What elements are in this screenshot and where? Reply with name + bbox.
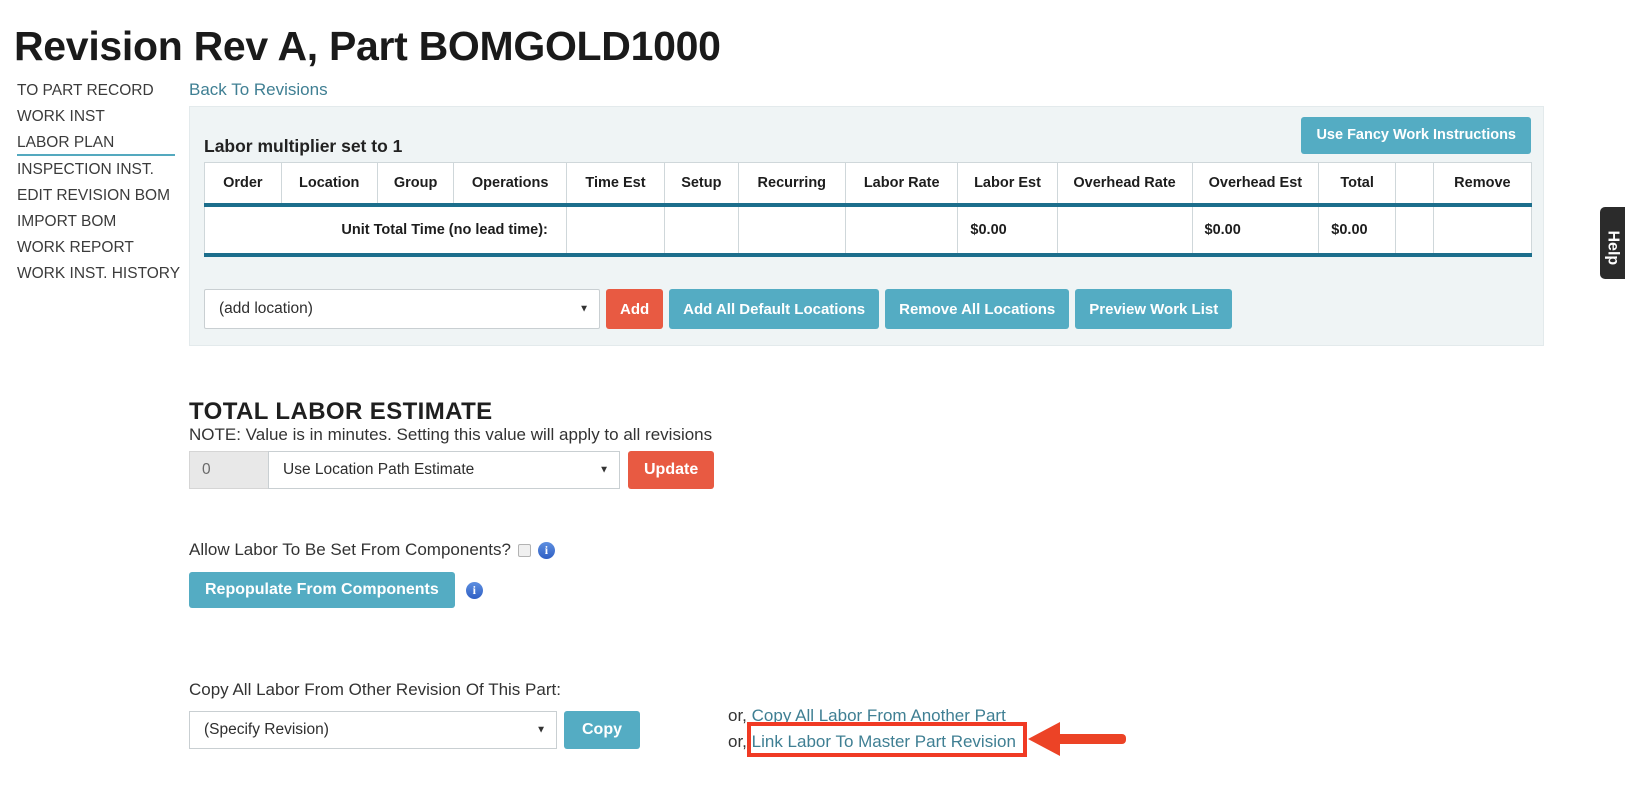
column-header-overhead-est: Overhead Est xyxy=(1191,162,1320,207)
repopulate-from-components-button[interactable]: Repopulate From Components xyxy=(189,572,455,608)
labor-minutes-input[interactable] xyxy=(189,451,268,489)
column-header-labor-rate: Labor Rate xyxy=(844,162,959,207)
repopulate-row: Repopulate From Components i xyxy=(189,572,483,608)
or-prefix: or, xyxy=(728,706,747,725)
sidebar-item-edit-revision-bom[interactable]: EDIT REVISION BOM xyxy=(17,183,175,209)
chevron-down-icon: ▼ xyxy=(579,303,589,315)
add-location-select-value: (add location) xyxy=(219,300,313,317)
labor-multiplier-heading: Labor multiplier set to 1 xyxy=(204,136,403,156)
column-header-recurring: Recurring xyxy=(737,162,846,207)
labor-plan-panel: Labor multiplier set to 1 Use Fancy Work… xyxy=(189,106,1544,346)
cell-spacer xyxy=(1394,205,1434,257)
cell-remove xyxy=(1432,205,1533,257)
cell-overhead-rate xyxy=(1056,205,1193,257)
cell-labor-rate xyxy=(844,205,959,257)
sidebar-item-label: WORK INST. HISTORY xyxy=(17,265,181,282)
allow-labor-from-components-row: Allow Labor To Be Set From Components? i xyxy=(189,540,555,560)
update-button[interactable]: Update xyxy=(628,451,715,489)
remove-all-locations-button[interactable]: Remove All Locations xyxy=(885,289,1070,329)
total-labor-note: NOTE: Value is in minutes. Setting this … xyxy=(189,425,713,444)
sidebar-item-to-part-record[interactable]: TO PART RECORD xyxy=(17,78,175,104)
revision-select-value: (Specify Revision) xyxy=(204,721,329,738)
column-header-time-est: Time Est xyxy=(565,162,666,207)
sidebar-item-work-inst-history[interactable]: WORK INST. HISTORY xyxy=(17,261,180,287)
help-tab[interactable]: Help xyxy=(1600,207,1625,279)
sidebar-item-label: WORK INST xyxy=(17,108,105,125)
column-header-location: Location xyxy=(280,162,378,207)
page-root: Revision Rev A, Part BOMGOLD1000 TO PART… xyxy=(0,0,1625,798)
page-title: Revision Rev A, Part BOMGOLD1000 xyxy=(14,23,721,70)
column-header-group: Group xyxy=(376,162,455,207)
copy-labor-label: Copy All Labor From Other Revision Of Th… xyxy=(189,680,561,699)
annotation-arrow-icon xyxy=(1028,722,1126,756)
sidebar-item-import-bom[interactable]: IMPORT BOM xyxy=(17,209,175,235)
estimate-method-select-value: Use Location Path Estimate xyxy=(283,461,475,478)
total-labor-estimate-row: Use Location Path Estimate ▼ Update xyxy=(189,451,715,489)
sidebar-item-label: IMPORT BOM xyxy=(17,213,117,230)
allow-labor-checkbox[interactable] xyxy=(517,543,531,557)
sidebar-item-work-report[interactable]: WORK REPORT xyxy=(17,235,175,261)
cell-total: $0.00 xyxy=(1318,205,1396,257)
labor-table: Order Location Group Operations Time Est… xyxy=(204,162,1533,257)
add-button[interactable]: Add xyxy=(606,289,664,329)
add-location-row: (add location) ▼ Add Add All Default Loc… xyxy=(204,289,1233,329)
preview-work-list-button[interactable]: Preview Work List xyxy=(1075,289,1233,329)
total-labor-estimate-heading: TOTAL LABOR ESTIMATE xyxy=(189,397,493,425)
link-labor-to-master-part-revision-link[interactable]: Link Labor To Master Part Revision xyxy=(752,732,1016,751)
column-header-operations: Operations xyxy=(453,162,567,207)
or-prefix: or, xyxy=(728,732,747,751)
or-line-link-master-part: or, Link Labor To Master Part Revision xyxy=(728,729,1016,755)
column-header-overhead-rate: Overhead Rate xyxy=(1056,162,1193,207)
sidebar-nav: TO PART RECORD WORK INST LABOR PLAN INSP… xyxy=(17,78,180,287)
copy-all-labor-from-another-part-link[interactable]: Copy All Labor From Another Part xyxy=(752,706,1006,725)
cell-overhead-est: $0.00 xyxy=(1191,205,1320,257)
revision-select[interactable]: (Specify Revision) ▼ xyxy=(189,711,557,749)
sidebar-item-work-inst[interactable]: WORK INST xyxy=(17,104,175,130)
sidebar-item-inspection-inst[interactable]: INSPECTION INST. xyxy=(17,157,175,183)
use-fancy-work-instructions-button[interactable]: Use Fancy Work Instructions xyxy=(1301,117,1531,154)
chevron-down-icon: ▼ xyxy=(599,464,609,476)
labor-table-header-row: Order Location Group Operations Time Est… xyxy=(204,162,1533,207)
column-header-spacer xyxy=(1394,162,1434,207)
back-to-revisions-link[interactable]: Back To Revisions xyxy=(189,80,328,100)
copy-labor-row: (Specify Revision) ▼ Copy xyxy=(189,711,640,749)
chevron-down-icon: ▼ xyxy=(536,724,546,736)
sidebar-item-label: WORK REPORT xyxy=(17,239,134,256)
add-all-default-locations-button[interactable]: Add All Default Locations xyxy=(669,289,880,329)
sidebar-item-label: LABOR PLAN xyxy=(17,134,115,151)
column-header-setup: Setup xyxy=(664,162,739,207)
sidebar-item-label: TO PART RECORD xyxy=(17,82,154,99)
allow-labor-label: Allow Labor To Be Set From Components? xyxy=(189,540,511,559)
column-header-remove: Remove xyxy=(1432,162,1533,207)
sidebar-item-labor-plan[interactable]: LABOR PLAN xyxy=(17,130,175,156)
estimate-method-select[interactable]: Use Location Path Estimate ▼ xyxy=(268,451,620,489)
add-location-select[interactable]: (add location) ▼ xyxy=(204,289,600,329)
column-header-order: Order xyxy=(204,162,282,207)
copy-button[interactable]: Copy xyxy=(564,711,640,749)
cell-time-est xyxy=(565,205,666,257)
unit-total-time-label: Unit Total Time (no lead time): xyxy=(204,205,567,257)
sidebar-item-label: INSPECTION INST. xyxy=(17,161,154,178)
cell-setup xyxy=(664,205,739,257)
cell-labor-est: $0.00 xyxy=(957,205,1058,257)
help-tab-label: Help xyxy=(1604,230,1622,266)
sidebar-item-label: EDIT REVISION BOM xyxy=(17,187,171,204)
cell-recurring xyxy=(737,205,846,257)
table-row: Unit Total Time (no lead time): $0.00 $0… xyxy=(204,205,1533,257)
column-header-labor-est: Labor Est xyxy=(957,162,1058,207)
info-icon[interactable]: i xyxy=(537,541,555,559)
info-icon[interactable]: i xyxy=(465,581,483,599)
alternate-copy-links: or, Copy All Labor From Another Part or,… xyxy=(728,703,1016,755)
or-line-copy-another-part: or, Copy All Labor From Another Part xyxy=(728,703,1016,729)
column-header-total: Total xyxy=(1318,162,1396,207)
